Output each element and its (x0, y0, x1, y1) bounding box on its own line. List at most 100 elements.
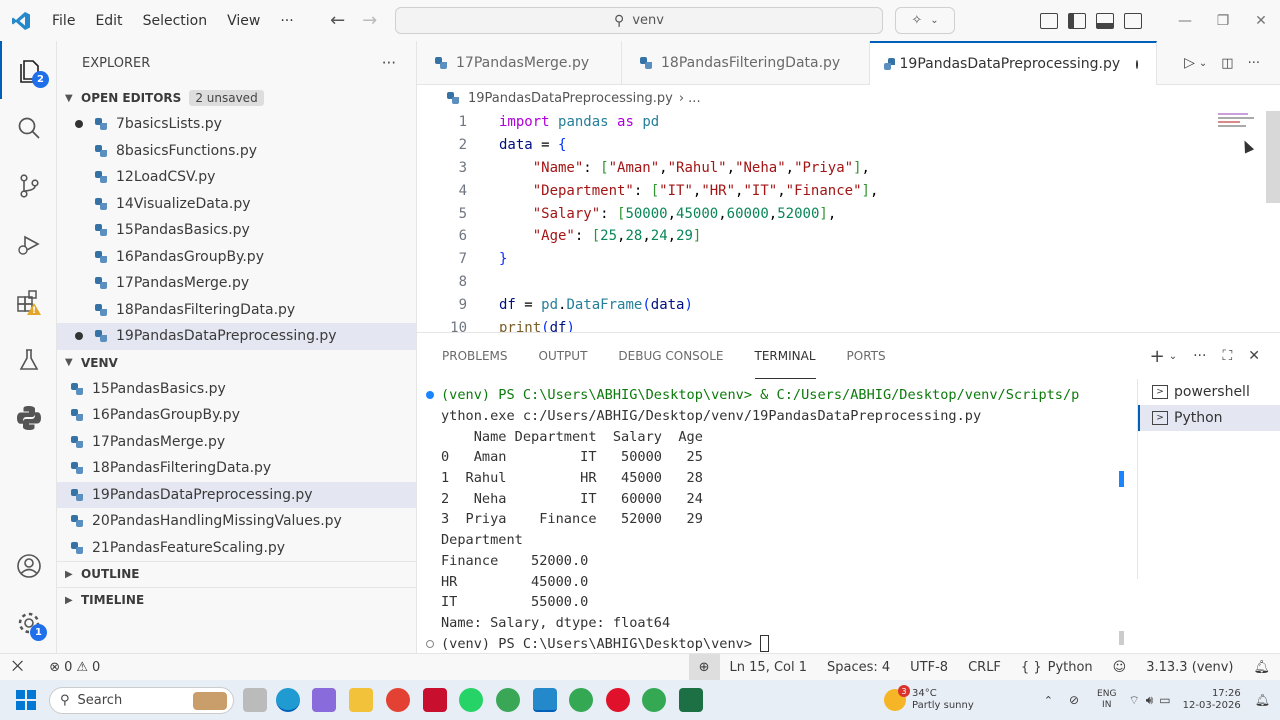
chrome-green-icon[interactable] (569, 688, 593, 712)
weather-widget[interactable]: 3 34°C Partly sunny (884, 685, 974, 712)
code-editor[interactable]: 1 import pandas as pd 2 data = { 3 "Name":… (417, 111, 1280, 335)
menu-edit[interactable]: Edit (85, 0, 132, 41)
windows-start-icon[interactable] (16, 690, 36, 710)
menu-more[interactable]: ··· (270, 0, 303, 41)
explorer-more-icon[interactable]: ··· (382, 54, 396, 72)
tab-output[interactable]: OUTPUT (539, 333, 588, 379)
search-icon[interactable] (0, 99, 57, 157)
restore-icon[interactable]: ❐ (1204, 0, 1242, 41)
venv-file-item[interactable]: 16PandasGroupBy.py (57, 402, 416, 429)
terminal-item-powershell[interactable]: > powershell (1138, 379, 1280, 405)
venv-file-item[interactable]: 21PandasFeatureScaling.py (57, 535, 416, 561)
run-debug-icon[interactable] (0, 215, 57, 273)
venv-file-item[interactable]: 20PandasHandlingMissingValues.py (57, 508, 416, 535)
remote-icon[interactable]: ⨉ (12, 659, 23, 675)
open-editor-item[interactable]: 19PandasDataPreprocessing.py (57, 323, 416, 350)
chevron-down-icon[interactable]: ⌄ (1199, 58, 1207, 69)
open-editor-item[interactable]: 12LoadCSV.py (57, 164, 416, 191)
tab-18PandasFilteringData[interactable]: 18PandasFilteringData.py (622, 41, 870, 85)
venv-file-item[interactable]: 17PandasMerge.py (57, 429, 416, 456)
tab-problems[interactable]: PROBLEMS (442, 333, 508, 379)
vscode-taskbar-icon[interactable] (533, 688, 557, 712)
copilot-button[interactable]: ✧ ⌄ (895, 7, 955, 34)
toggle-panel-icon[interactable] (1096, 12, 1114, 29)
unsaved-dot-icon[interactable] (75, 120, 83, 129)
indentation[interactable]: Spaces: 4 (817, 654, 900, 681)
toggle-secondary-sidebar-icon[interactable] (1124, 12, 1142, 29)
testing-icon[interactable] (0, 331, 57, 389)
menu-file[interactable]: File (42, 0, 85, 41)
customize-layout-icon[interactable] (1040, 12, 1058, 29)
encoding[interactable]: UTF-8 (900, 654, 958, 681)
open-editor-item[interactable]: 7basicsLists.py (57, 111, 416, 138)
close-panel-icon[interactable]: ✕ (1248, 348, 1260, 364)
more-actions-icon[interactable]: ··· (1248, 56, 1260, 71)
cursor-position[interactable]: Ln 15, Col 1 (720, 654, 817, 681)
file-explorer-icon[interactable] (349, 688, 373, 712)
timeline-header[interactable]: ▶ TIMELINE (57, 586, 416, 613)
toggle-primary-sidebar-icon[interactable] (1068, 12, 1086, 29)
network-off-icon[interactable]: ⊘ (1069, 693, 1079, 707)
venv-file-item[interactable]: 15PandasBasics.py (57, 376, 416, 403)
open-editor-item[interactable]: 14VisualizeData.py (57, 191, 416, 218)
language-mode[interactable]: { } Python (1011, 654, 1103, 681)
tab-terminal[interactable]: TERMINAL (754, 333, 816, 379)
minimize-icon[interactable]: — (1166, 0, 1204, 41)
venv-folder-header[interactable]: ▼ VENV (57, 350, 416, 376)
menu-view[interactable]: View (217, 0, 270, 41)
open-editors-header[interactable]: ▼ OPEN EDITORS 2 unsaved (57, 85, 416, 111)
task-view-icon[interactable] (243, 688, 267, 712)
terminal-output[interactable]: (venv) PS C:\Users\ABHIG\Desktop\venv> &… (426, 385, 1131, 654)
command-center-search[interactable]: ⚲ venv (395, 7, 883, 34)
excel-icon[interactable] (679, 688, 703, 712)
venv-file-item[interactable]: 18PandasFilteringData.py (57, 455, 416, 482)
source-control-icon[interactable] (0, 157, 57, 215)
copilot-app-icon[interactable] (312, 688, 336, 712)
tab-ports[interactable]: PORTS (847, 333, 886, 379)
python-icon[interactable] (0, 389, 57, 447)
menu-selection[interactable]: Selection (133, 0, 218, 41)
open-editor-item[interactable]: 17PandasMerge.py (57, 270, 416, 297)
new-terminal-icon[interactable]: + (1150, 346, 1165, 367)
notification-bell-icon[interactable]: 🔔︎ (1255, 693, 1270, 707)
notifications-icon[interactable]: 🔔︎ (1243, 654, 1280, 681)
chevron-down-icon[interactable]: ⌄ (1169, 351, 1177, 362)
app-icon-red[interactable] (423, 688, 447, 712)
venv-file-item[interactable]: 19PandasDataPreprocessing.py (57, 481, 416, 508)
zoom-icon[interactable]: ⊕ (688, 654, 720, 681)
breadcrumb-file[interactable]: 19PandasDataPreprocessing.py (468, 91, 673, 106)
minimap[interactable] (1218, 111, 1258, 131)
copilot-status-icon[interactable]: ☺ (1103, 654, 1137, 681)
maximize-panel-icon[interactable]: ⛶ (1222, 348, 1232, 364)
settings-gear-icon[interactable]: 1 (0, 594, 57, 652)
outline-header[interactable]: ▶ OUTLINE (57, 560, 416, 587)
chrome-icon[interactable] (386, 688, 410, 712)
python-interpreter[interactable]: 3.13.3 (venv) (1136, 654, 1243, 681)
back-arrow-icon[interactable]: ← (322, 10, 354, 31)
breadcrumb-rest[interactable]: › ... (679, 91, 701, 106)
chevron-up-icon[interactable]: ⌃ (1044, 694, 1053, 707)
edge-browser-icon[interactable] (276, 688, 300, 712)
account-icon[interactable] (0, 537, 57, 595)
line-ending[interactable]: CRLF (958, 654, 1011, 681)
run-python-icon[interactable]: ▷ (1184, 55, 1195, 71)
close-window-icon[interactable]: ✕ (1242, 0, 1280, 41)
open-editor-item[interactable]: 18PandasFilteringData.py (57, 297, 416, 324)
explorer-icon[interactable]: 2 (0, 41, 57, 99)
more-actions-icon[interactable]: ··· (1193, 348, 1206, 364)
open-editor-item[interactable]: 15PandasBasics.py (57, 217, 416, 244)
terminal-item-python[interactable]: > Python (1138, 405, 1280, 431)
chrome-profile-icon[interactable] (496, 688, 520, 712)
whatsapp-icon[interactable] (459, 688, 483, 712)
unsaved-dot-icon[interactable] (75, 332, 83, 341)
clock[interactable]: 17:26 12-03-2026 (1183, 688, 1241, 712)
battery-icon[interactable]: ▭ (1159, 693, 1170, 707)
open-editor-item[interactable]: 8basicsFunctions.py (57, 138, 416, 165)
wifi-icon[interactable]: ⌔ (1128, 693, 1139, 708)
language-indicator[interactable]: ENG IN (1097, 689, 1116, 711)
extensions-icon[interactable]: ! (0, 273, 57, 331)
tab-debug-console[interactable]: DEBUG CONSOLE (618, 333, 723, 379)
volume-icon[interactable]: 🔊︎ (1146, 693, 1154, 708)
editor-scrollbar[interactable] (1266, 111, 1280, 203)
problems-status[interactable]: ⊗ 0 ⚠ 0 (49, 660, 100, 675)
